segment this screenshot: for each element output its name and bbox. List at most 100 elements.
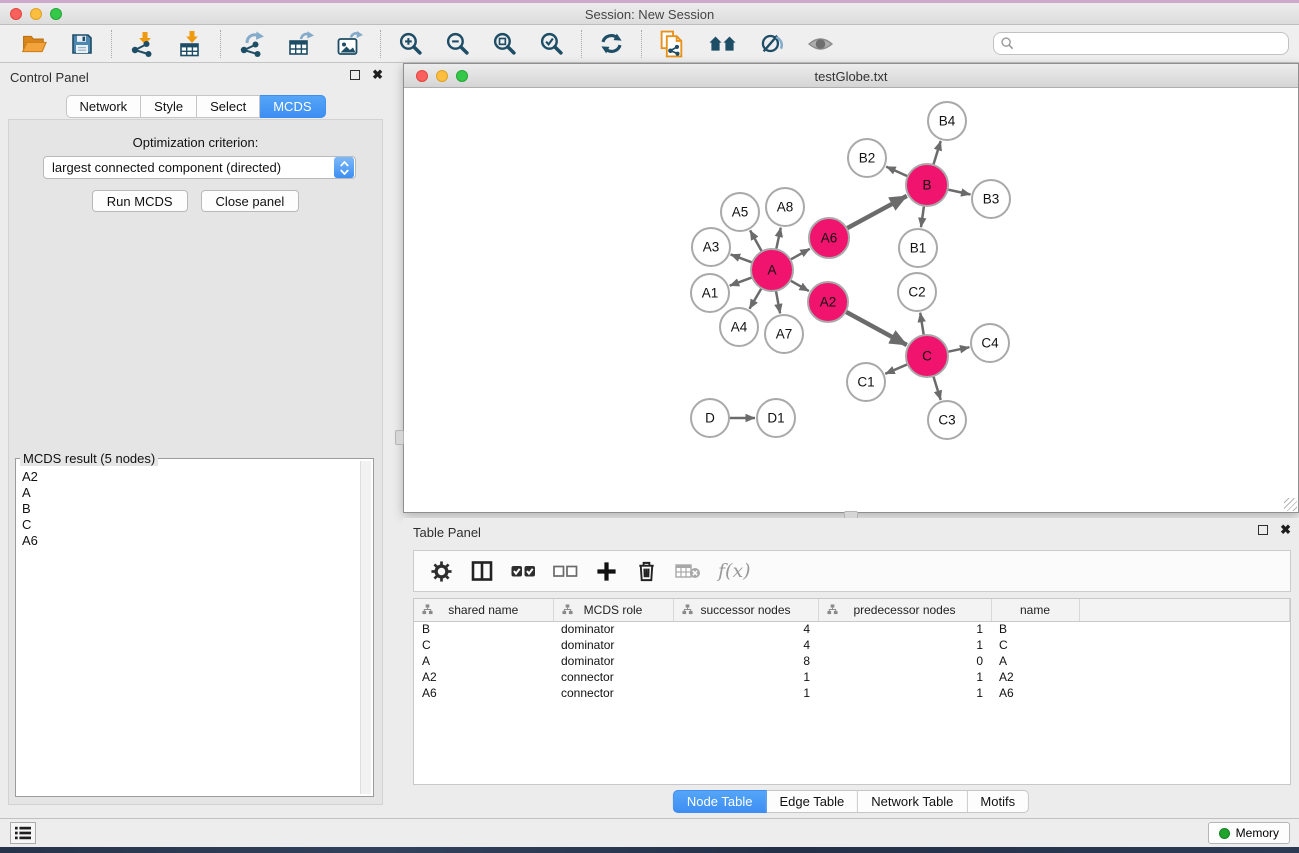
network-graph[interactable]: A A6 A2 B C A1 A3 A4 A5 A7 A8 B1 B2 B3 B4 C1 C2 C3 C4 D D1	[404, 89, 1298, 513]
close-panel-button[interactable]: Close panel	[201, 190, 300, 212]
node-B1[interactable]: B1	[899, 229, 937, 267]
float-table-panel-icon[interactable]	[1258, 525, 1268, 535]
node-C4[interactable]: C4	[971, 324, 1009, 362]
delete-table-button[interactable]	[675, 561, 701, 581]
node-A5[interactable]: A5	[721, 193, 759, 231]
import-network-button[interactable]	[125, 29, 159, 59]
node-C2[interactable]: C2	[898, 273, 936, 311]
column-header-shared-name[interactable]: shared name	[414, 599, 553, 621]
edge-B-B3[interactable]	[948, 190, 971, 195]
home-button[interactable]	[704, 30, 742, 58]
edge-A-A1[interactable]	[730, 277, 753, 285]
save-session-button[interactable]	[66, 30, 98, 58]
node-D1[interactable]: D1	[757, 399, 795, 437]
node-B4[interactable]: B4	[928, 102, 966, 140]
node-A[interactable]: A	[751, 249, 793, 291]
edge-A2-C[interactable]	[846, 312, 907, 345]
unselect-all-button[interactable]	[553, 559, 578, 583]
search-field[interactable]	[993, 32, 1289, 55]
show-panels-list-button[interactable]	[10, 822, 36, 844]
run-mcds-button[interactable]: Run MCDS	[92, 190, 188, 212]
edge-C-C3[interactable]	[933, 376, 940, 400]
node-table[interactable]: shared nameMCDS rolesuccessor nodesprede…	[414, 599, 1290, 701]
open-session-button[interactable]	[17, 30, 52, 58]
edge-A-A7[interactable]	[776, 291, 780, 314]
column-header-name[interactable]: name	[991, 599, 1079, 621]
delete-column-button[interactable]	[635, 559, 658, 583]
window-resize-grip[interactable]	[1284, 498, 1297, 511]
table-settings-button[interactable]	[430, 560, 453, 583]
node-A1[interactable]: A1	[691, 274, 729, 312]
tab-node-table[interactable]: Node Table	[673, 790, 767, 813]
float-panel-icon[interactable]	[350, 70, 360, 80]
node-C3[interactable]: C3	[928, 401, 966, 439]
edge-C-C4[interactable]	[948, 347, 970, 352]
edge-B-B1[interactable]	[921, 206, 924, 227]
table-row[interactable]: A2connector11A2	[414, 669, 1290, 685]
result-scrollbar[interactable]	[360, 461, 371, 794]
tab-mcds[interactable]: MCDS	[260, 95, 325, 118]
tab-style[interactable]: Style	[141, 95, 197, 118]
edge-A-A3[interactable]	[731, 254, 753, 262]
export-network-button[interactable]	[234, 29, 269, 59]
node-A3[interactable]: A3	[692, 228, 730, 266]
edge-A-A6[interactable]	[790, 249, 810, 260]
close-panel-icon[interactable]: ✖	[372, 70, 383, 80]
network-canvas[interactable]: A A6 A2 B C A1 A3 A4 A5 A7 A8 B1 B2 B3 B4 C1 C2 C3 C4 D D1	[404, 89, 1298, 512]
table-row[interactable]: Adominator80A	[414, 653, 1290, 669]
node-B2[interactable]: B2	[848, 139, 886, 177]
column-header-MCDS-role[interactable]: MCDS role	[553, 599, 673, 621]
show-columns-button[interactable]	[470, 559, 494, 583]
node-A2[interactable]: A2	[808, 282, 848, 322]
edge-C-C2[interactable]	[920, 313, 924, 336]
zoom-selected-button[interactable]	[535, 29, 568, 58]
tab-network[interactable]: Network	[65, 95, 141, 118]
mcds-result-item[interactable]: A6	[18, 533, 359, 549]
edge-A-A8[interactable]	[776, 228, 781, 250]
node-A8[interactable]: A8	[766, 188, 804, 226]
panel-divider-handle[interactable]	[395, 430, 404, 445]
close-table-panel-icon[interactable]: ✖	[1280, 525, 1291, 535]
export-table-button[interactable]	[283, 29, 318, 59]
hide-graphics-details-button[interactable]	[756, 29, 789, 58]
import-table-button[interactable]	[173, 29, 207, 59]
node-C[interactable]: C	[906, 335, 948, 377]
mcds-result-item[interactable]: A	[18, 485, 359, 501]
node-B3[interactable]: B3	[972, 180, 1010, 218]
export-image-button[interactable]	[332, 29, 367, 59]
column-header-successor-nodes[interactable]: successor nodes	[673, 599, 818, 621]
tab-select[interactable]: Select	[197, 95, 260, 118]
function-builder-button[interactable]: f(x)	[718, 560, 751, 582]
edge-A-A2[interactable]	[790, 280, 809, 291]
table-row[interactable]: Bdominator41B	[414, 621, 1290, 637]
edge-B-B2[interactable]	[886, 167, 908, 177]
tab-network-table[interactable]: Network Table	[858, 790, 967, 813]
node-C1[interactable]: C1	[847, 363, 885, 401]
refresh-button[interactable]	[595, 29, 628, 58]
table-row[interactable]: A6connector11A6	[414, 685, 1290, 701]
select-all-button[interactable]	[511, 559, 536, 583]
zoom-fit-button[interactable]	[488, 29, 521, 58]
add-column-button[interactable]	[595, 560, 618, 583]
node-D[interactable]: D	[691, 399, 729, 437]
zoom-out-button[interactable]	[441, 29, 474, 58]
mcds-result-item[interactable]: C	[18, 517, 359, 533]
node-B[interactable]: B	[906, 164, 948, 206]
zoom-in-button[interactable]	[394, 29, 427, 58]
edge-A6-B[interactable]	[847, 196, 907, 229]
search-input[interactable]	[1015, 37, 1282, 51]
edge-A-A5[interactable]	[750, 230, 762, 251]
new-network-from-selection-button[interactable]	[655, 28, 690, 60]
column-header-predecessor-nodes[interactable]: predecessor nodes	[818, 599, 991, 621]
tab-edge-table[interactable]: Edge Table	[766, 790, 858, 813]
node-A7[interactable]: A7	[765, 315, 803, 353]
show-details-eye-button[interactable]	[803, 30, 838, 58]
edge-B-B4[interactable]	[933, 141, 940, 165]
node-A6[interactable]: A6	[809, 218, 849, 258]
table-row[interactable]: Cdominator41C	[414, 637, 1290, 653]
node-A4[interactable]: A4	[720, 308, 758, 346]
tab-motifs[interactable]: Motifs	[967, 790, 1029, 813]
criterion-select[interactable]: largest connected component (directed)	[43, 156, 356, 179]
edge-A-A4[interactable]	[750, 288, 762, 309]
memory-button[interactable]: Memory	[1208, 822, 1290, 844]
